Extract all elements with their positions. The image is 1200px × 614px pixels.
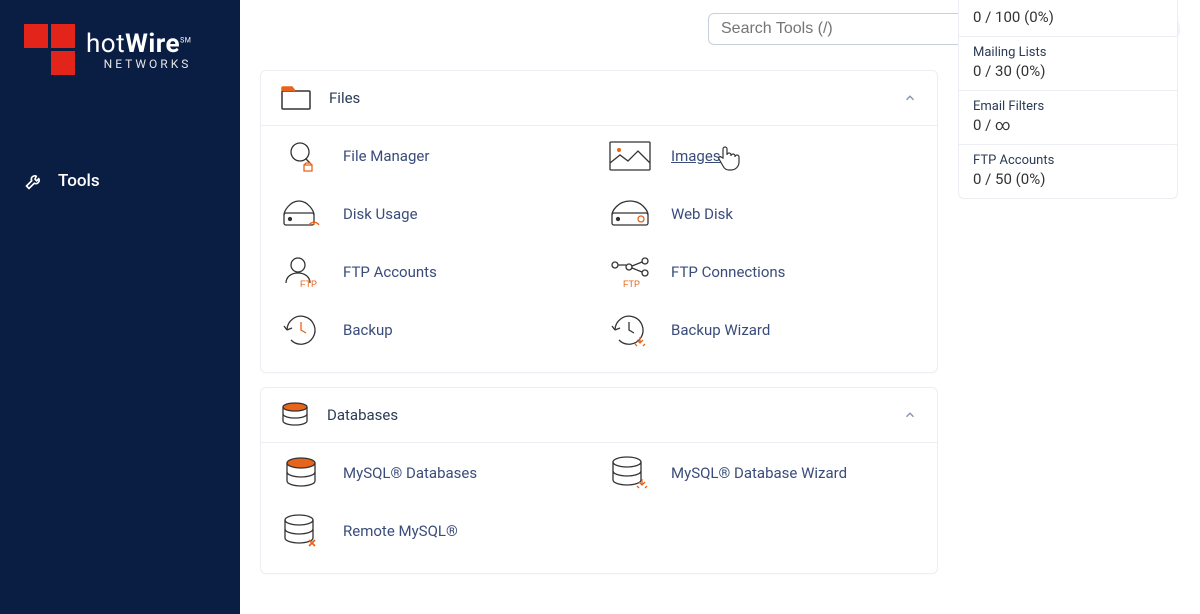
- tool-label: MySQL® Database Wizard: [671, 464, 847, 482]
- backup-icon: [281, 312, 323, 348]
- tool-remote-mysql[interactable]: Remote MySQL®: [281, 513, 589, 549]
- stat-row: 0 / 100 (0%): [959, 0, 1177, 37]
- brand-sm: SM: [180, 36, 191, 44]
- brand-logo: hotWireSM NETWORKS: [0, 0, 240, 99]
- tool-label: File Manager: [343, 147, 429, 165]
- tool-ftp-connections[interactable]: FTP FTP Connections: [609, 254, 917, 290]
- svg-text:FTP: FTP: [300, 279, 317, 289]
- tool-mysql-wizard[interactable]: MySQL® Database Wizard: [609, 455, 917, 491]
- wrench-icon: [24, 171, 44, 191]
- tool-label: FTP Connections: [671, 263, 785, 281]
- stat-row: Mailing Lists 0 / 30 (0%): [959, 37, 1177, 91]
- stat-row: FTP Accounts 0 / 50 (0%): [959, 145, 1177, 198]
- cursor-pointer-icon: [715, 144, 741, 172]
- chevron-up-icon[interactable]: [903, 408, 917, 422]
- stat-value: 0 / 50 (0%): [973, 170, 1163, 188]
- stat-value: 0 / ∞: [973, 116, 1163, 134]
- main: 0 / 100 (0%) Mailing Lists 0 / 30 (0%) E…: [240, 0, 1200, 614]
- chevron-up-icon[interactable]: [903, 91, 917, 105]
- panel-header-files[interactable]: Files: [261, 71, 937, 126]
- tool-backup[interactable]: Backup: [281, 312, 589, 348]
- images-icon: [609, 138, 651, 174]
- nav-label-tools: Tools: [58, 171, 100, 191]
- stats-panel: 0 / 100 (0%) Mailing Lists 0 / 30 (0%) E…: [958, 0, 1178, 199]
- tool-ftp-accounts[interactable]: FTP FTP Accounts: [281, 254, 589, 290]
- tool-label: Backup: [343, 321, 393, 339]
- brand-sub: NETWORKS: [86, 57, 191, 71]
- tool-images[interactable]: Images: [609, 138, 917, 174]
- panel-files: Files File Manager Images: [260, 70, 938, 373]
- disk-usage-icon: [281, 196, 323, 232]
- folder-icon: [281, 85, 311, 111]
- remote-mysql-icon: [281, 513, 323, 549]
- tool-label: Backup Wizard: [671, 321, 770, 339]
- mysql-db-icon: [281, 455, 323, 491]
- nav: Tools: [0, 159, 240, 203]
- tool-backup-wizard[interactable]: Backup Wizard: [609, 312, 917, 348]
- tool-label: MySQL® Databases: [343, 464, 477, 482]
- stat-row: Email Filters 0 / ∞: [959, 91, 1177, 145]
- brand-name-bold: Wire: [125, 29, 180, 59]
- brand-name-light: hot: [86, 29, 125, 59]
- web-disk-icon: [609, 196, 651, 232]
- nav-item-tools[interactable]: Tools: [0, 159, 240, 203]
- tool-label: FTP Accounts: [343, 263, 437, 281]
- stat-label: FTP Accounts: [973, 153, 1163, 168]
- stat-value: 0 / 100 (0%): [973, 8, 1163, 26]
- tool-file-manager[interactable]: File Manager: [281, 138, 589, 174]
- tool-web-disk[interactable]: Web Disk: [609, 196, 917, 232]
- panel-title: Databases: [327, 406, 885, 424]
- tool-label: Remote MySQL®: [343, 522, 458, 540]
- file-manager-icon: [281, 138, 323, 174]
- panel-title: Files: [329, 89, 885, 107]
- backup-wizard-icon: [609, 312, 651, 348]
- stat-label: Email Filters: [973, 99, 1163, 114]
- stat-label: Mailing Lists: [973, 45, 1163, 60]
- tool-label: Web Disk: [671, 205, 733, 223]
- svg-text:FTP: FTP: [623, 279, 640, 289]
- tool-mysql-databases[interactable]: MySQL® Databases: [281, 455, 589, 491]
- sidebar: hotWireSM NETWORKS Tools: [0, 0, 240, 614]
- ftp-connections-icon: FTP: [609, 254, 651, 290]
- tool-disk-usage[interactable]: Disk Usage: [281, 196, 589, 232]
- ftp-accounts-icon: FTP: [281, 254, 323, 290]
- database-icon: [281, 402, 309, 428]
- panel-databases: Databases MySQL® Databases MySQL® Databa: [260, 387, 938, 574]
- mysql-wizard-icon: [609, 455, 651, 491]
- panel-header-databases[interactable]: Databases: [261, 388, 937, 443]
- tool-label: Disk Usage: [343, 205, 418, 223]
- tool-label: Images: [671, 147, 721, 165]
- stat-value: 0 / 30 (0%): [973, 62, 1163, 80]
